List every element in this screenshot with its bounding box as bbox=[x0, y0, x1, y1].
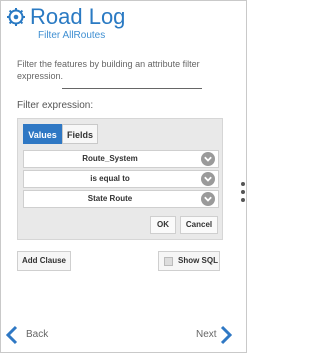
filter-panel: Values Fields Route_System is equal to S… bbox=[17, 118, 223, 240]
value-select-value: State Route bbox=[87, 194, 133, 203]
back-label: Back bbox=[26, 329, 49, 340]
chevron-down-icon[interactable] bbox=[201, 152, 215, 166]
chevron-down-icon[interactable] bbox=[201, 172, 215, 186]
operator-select[interactable]: is equal to bbox=[23, 170, 219, 188]
header: Road Log Filter AllRoutes bbox=[6, 4, 206, 44]
dot bbox=[241, 190, 245, 194]
show-sql-checkbox[interactable] bbox=[164, 257, 173, 266]
back-button[interactable]: Back bbox=[6, 325, 49, 345]
tab-values[interactable]: Values bbox=[23, 124, 62, 144]
value-select[interactable]: State Route bbox=[23, 190, 219, 208]
more-options-icon[interactable] bbox=[240, 178, 246, 206]
operator-select-value: is equal to bbox=[90, 174, 130, 183]
field-select[interactable]: Route_System bbox=[23, 150, 219, 168]
dot bbox=[241, 182, 245, 186]
cancel-button[interactable]: Cancel bbox=[180, 216, 218, 234]
dot bbox=[241, 198, 245, 202]
page-title: Road Log bbox=[30, 4, 126, 29]
chevron-down-icon[interactable] bbox=[201, 192, 215, 206]
field-select-value: Route_System bbox=[82, 154, 138, 163]
show-sql-label: Show SQL bbox=[178, 256, 218, 265]
chevron-left-icon bbox=[6, 325, 18, 345]
page-subtitle: Filter AllRoutes bbox=[38, 30, 106, 41]
ok-button[interactable]: OK bbox=[150, 216, 176, 234]
divider bbox=[62, 88, 202, 89]
tab-fields[interactable]: Fields bbox=[62, 124, 98, 144]
next-button[interactable]: Next bbox=[190, 325, 235, 345]
next-label: Next bbox=[196, 329, 217, 340]
gear-icon bbox=[7, 8, 25, 26]
description-text: Filter the features by building an attri… bbox=[17, 59, 200, 81]
filter-expression-label: Filter expression: bbox=[17, 100, 94, 111]
add-clause-button[interactable]: Add Clause bbox=[17, 251, 71, 271]
chevron-right-icon bbox=[220, 325, 232, 345]
show-sql-toggle[interactable]: Show SQL bbox=[158, 251, 220, 271]
